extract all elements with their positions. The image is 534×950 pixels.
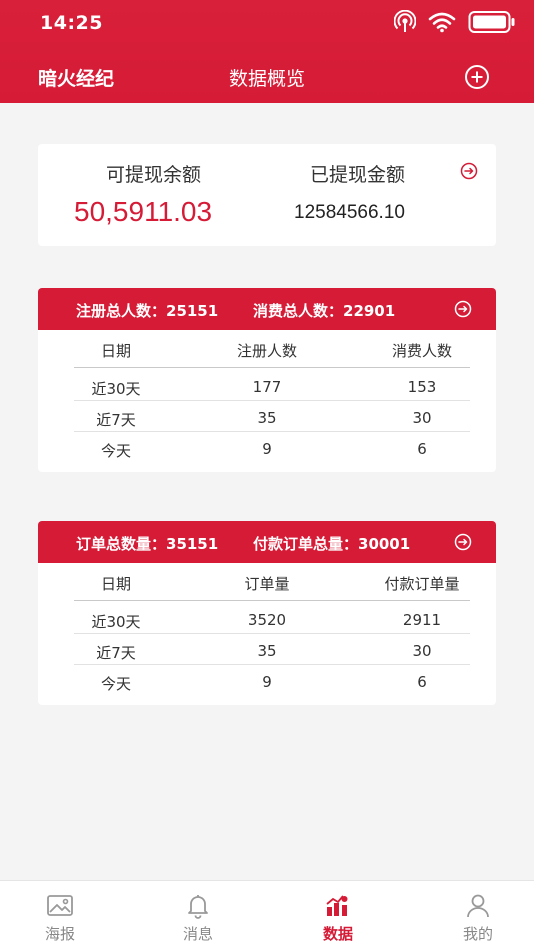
nav-row: 暗火经纪 数据概览: [0, 58, 534, 98]
paid-orders-cell: 30: [412, 642, 432, 660]
bell-icon: [188, 895, 208, 919]
data-chart-icon: [326, 895, 348, 916]
total-orders: 订单总数量：35151: [76, 535, 219, 553]
consumers-cell: 6: [417, 440, 427, 458]
tab-data[interactable]: 数据: [278, 881, 398, 950]
tab-mine[interactable]: 我的: [418, 881, 534, 950]
withdrawn-value: 12584566.10: [294, 202, 405, 223]
paid-orders-cell: 2911: [402, 611, 442, 629]
user-icon: [467, 894, 489, 918]
withdrawn-label: 已提现金额: [310, 164, 406, 186]
date-cell: 今天: [100, 442, 131, 460]
registered-cell: 35: [257, 409, 277, 427]
battery-icon: [468, 11, 515, 33]
orders-table: 日期 订单量 付款订单量 近30天 3520 2911 近7天 35 30 今天…: [74, 563, 470, 696]
bottom-tab-bar: 海报 消息 数据 我的: [0, 880, 534, 950]
wifi-icon: [428, 12, 456, 33]
status-icons: [394, 10, 516, 34]
poster-image-icon: [47, 895, 73, 916]
date-cell: 近7天: [96, 644, 136, 662]
orders-stat-card: 订单总数量：35151 付款订单总量：30001 日期 订单量 付款订单量 近3…: [38, 521, 496, 705]
users-stat-header[interactable]: 注册总人数：25151 消费总人数：22901: [38, 288, 496, 330]
orders-cell: 35: [257, 642, 277, 660]
date-cell: 近30天: [91, 613, 141, 631]
total-consumers: 消费总人数：22901: [253, 302, 396, 320]
table-row: 近30天 177 153: [74, 370, 470, 401]
arrow-right-circle-icon[interactable]: [454, 300, 472, 318]
table-header: 日期 订单量 付款订单量: [74, 563, 470, 601]
withdrawable-label: 可提现余额: [106, 164, 202, 186]
tab-poster[interactable]: 海报: [0, 881, 120, 950]
column-header: 日期: [100, 342, 131, 360]
top-bar: 14:25 暗火经纪 数据概览: [0, 0, 534, 103]
date-cell: 近7天: [96, 411, 136, 429]
registered-cell: 177: [252, 378, 282, 396]
users-stat-card: 注册总人数：25151 消费总人数：22901 日期 注册人数 消费人数 近30…: [38, 288, 496, 472]
table-row: 今天 9 6: [74, 432, 470, 463]
orders-cell: 9: [262, 673, 272, 691]
table-row: 近7天 35 30: [74, 634, 470, 665]
date-cell: 今天: [100, 675, 131, 693]
hotspot-icon: [394, 10, 416, 32]
plus-circle-icon[interactable]: [464, 64, 490, 90]
registered-cell: 9: [262, 440, 272, 458]
consumers-cell: 30: [412, 409, 432, 427]
table-row: 近30天 3520 2911: [74, 603, 470, 634]
orders-cell: 3520: [247, 611, 287, 629]
total-paid-orders: 付款订单总量：30001: [253, 535, 411, 553]
column-header: 付款订单量: [384, 575, 460, 593]
table-row: 近7天 35 30: [74, 401, 470, 432]
status-time: 14:25: [40, 12, 103, 34]
tab-label: 消息: [182, 925, 213, 943]
tab-label: 海报: [44, 925, 75, 943]
table-row: 今天 9 6: [74, 665, 470, 696]
balance-card: 可提现余额 已提现金额 50,5911.03 12584566.10: [38, 144, 496, 246]
paid-orders-cell: 6: [417, 673, 427, 691]
tab-messages[interactable]: 消息: [138, 881, 258, 950]
consumers-cell: 153: [407, 378, 437, 396]
tab-label: 我的: [462, 925, 493, 943]
status-bar: 14:25: [0, 0, 534, 46]
page-title: 数据概览: [228, 68, 305, 90]
users-table: 日期 注册人数 消费人数 近30天 177 153 近7天 35 30 今天 9…: [74, 330, 470, 463]
column-header: 日期: [100, 575, 131, 593]
withdrawable-value: 50,5911.03: [74, 196, 213, 227]
arrow-right-circle-icon[interactable]: [460, 162, 478, 180]
arrow-right-circle-icon[interactable]: [454, 533, 472, 551]
column-header: 消费人数: [391, 342, 452, 360]
total-registered: 注册总人数：25151: [76, 302, 219, 320]
date-cell: 近30天: [91, 380, 141, 398]
column-header: 订单量: [244, 575, 290, 593]
orders-stat-header[interactable]: 订单总数量：35151 付款订单总量：30001: [38, 521, 496, 563]
table-header: 日期 注册人数 消费人数: [74, 330, 470, 368]
column-header: 注册人数: [236, 342, 297, 360]
tab-label: 数据: [322, 925, 353, 943]
